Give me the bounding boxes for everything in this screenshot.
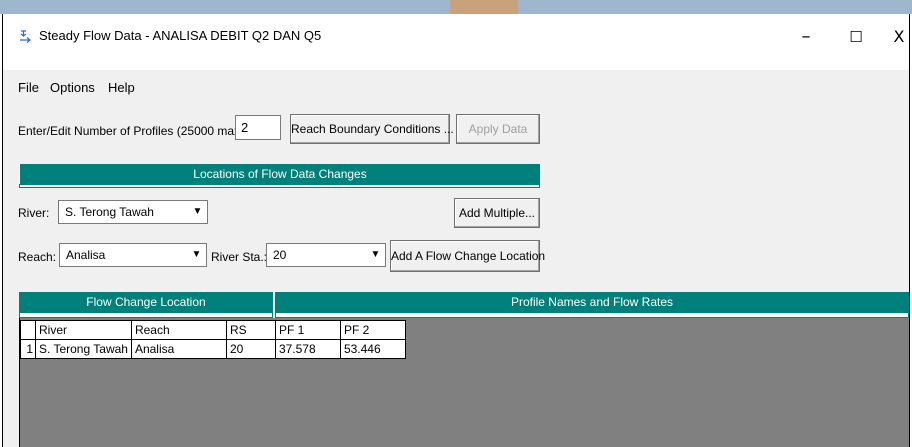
cell-rs[interactable]: 20 bbox=[225, 339, 276, 359]
maximize-button[interactable]: ☐ bbox=[836, 22, 876, 52]
river-dropdown[interactable]: S. Terong Tawah ▼ bbox=[58, 200, 208, 224]
row-number[interactable]: 1 bbox=[20, 339, 36, 359]
river-station-dropdown-value: 20 bbox=[273, 248, 287, 262]
reach-dropdown[interactable]: Analisa ▼ bbox=[59, 243, 207, 267]
flow-data-icon bbox=[20, 30, 31, 43]
background-window-strip bbox=[450, 0, 518, 14]
menu-options[interactable]: Options bbox=[50, 80, 95, 95]
flow-data-table: River Reach RS PF 1 PF 2 1 S. Terong Taw… bbox=[20, 320, 406, 359]
cell-pf1[interactable]: 37.578 bbox=[274, 339, 341, 359]
apply-data-button[interactable]: Apply Data bbox=[456, 114, 540, 144]
add-multiple-button[interactable]: Add Multiple... bbox=[454, 198, 540, 228]
column-header-pf1[interactable]: PF 1 bbox=[274, 320, 341, 340]
flow-change-location-header: Flow Change Location bbox=[19, 292, 273, 312]
river-dropdown-value: S. Terong Tawah bbox=[65, 205, 154, 219]
profiles-count-input[interactable]: 2 bbox=[235, 115, 281, 140]
chevron-down-icon[interactable]: ▼ bbox=[189, 202, 206, 222]
add-flow-change-location-button[interactable]: Add A Flow Change Location bbox=[390, 240, 545, 272]
chevron-down-icon[interactable]: ▼ bbox=[188, 245, 205, 265]
menu-file[interactable]: File bbox=[18, 80, 39, 95]
river-station-label: River Sta.: bbox=[211, 250, 268, 264]
locations-header-divider bbox=[19, 184, 540, 188]
column-header-river[interactable]: River bbox=[35, 320, 132, 340]
reach-label: Reach: bbox=[18, 250, 57, 264]
table-row[interactable]: 1 S. Terong Tawah Analisa 20 37.578 53.4… bbox=[20, 339, 406, 359]
river-station-dropdown[interactable]: 20 ▼ bbox=[266, 243, 386, 267]
close-button[interactable]: X bbox=[879, 22, 912, 52]
reach-boundary-conditions-button[interactable]: Reach Boundary Conditions ... bbox=[290, 114, 454, 144]
column-header-rs[interactable]: RS bbox=[225, 320, 276, 340]
column-header-pf2[interactable]: PF 2 bbox=[339, 320, 406, 340]
river-label: River: bbox=[18, 206, 50, 220]
cell-reach[interactable]: Analisa bbox=[130, 339, 227, 359]
minimize-button[interactable]: – bbox=[786, 22, 826, 52]
column-header-reach[interactable]: Reach bbox=[130, 320, 227, 340]
table-header-row: River Reach RS PF 1 PF 2 bbox=[20, 320, 406, 340]
window-title: Steady Flow Data - ANALISA DEBIT Q2 DAN … bbox=[39, 28, 322, 43]
cell-pf2[interactable]: 53.446 bbox=[339, 339, 406, 359]
chevron-down-icon[interactable]: ▼ bbox=[367, 245, 384, 265]
profiles-count-label: Enter/Edit Number of Profiles (25000 max… bbox=[18, 124, 248, 138]
menu-help[interactable]: Help bbox=[108, 80, 135, 95]
cell-river[interactable]: S. Terong Tawah bbox=[35, 339, 132, 359]
row-header-corner bbox=[20, 320, 36, 340]
locations-header: Locations of Flow Data Changes bbox=[19, 164, 540, 184]
menu-bar bbox=[3, 70, 909, 104]
profile-names-header: Profile Names and Flow Rates bbox=[275, 292, 909, 312]
reach-dropdown-value: Analisa bbox=[66, 248, 106, 262]
